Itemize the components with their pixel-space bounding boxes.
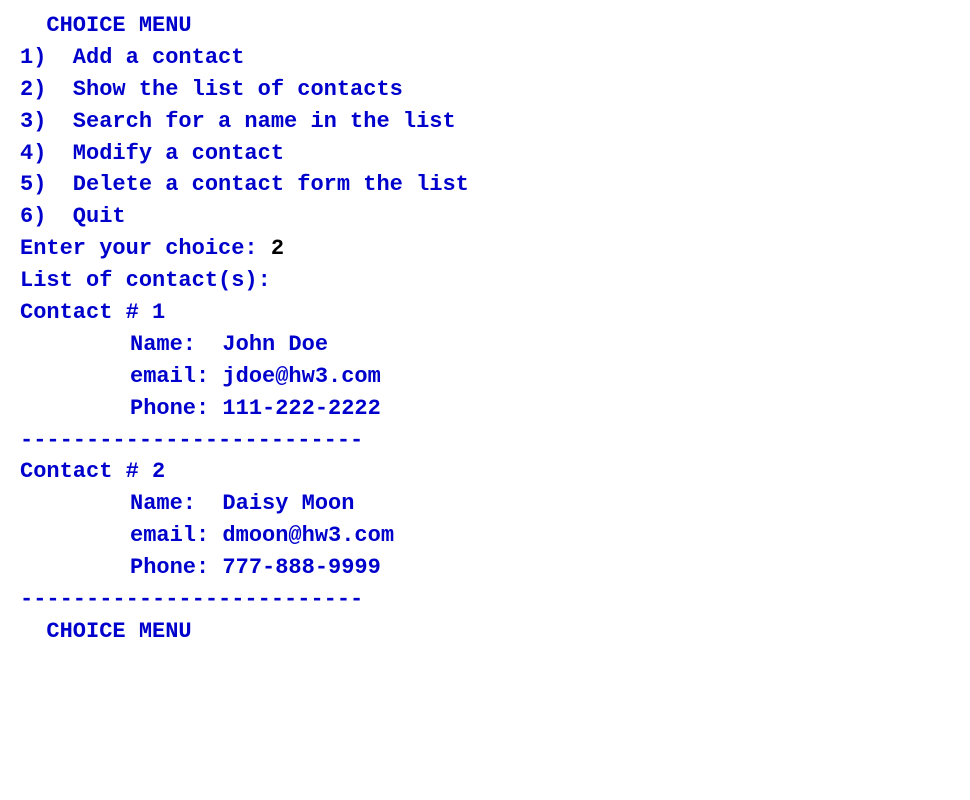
separator-1: -------------------------- bbox=[20, 425, 950, 457]
terminal-output: CHOICE MENU 1) Add a contact 2) Show the… bbox=[20, 10, 950, 648]
menu-item-1: 1) Add a contact bbox=[20, 42, 950, 74]
contact-1-name: Name: John Doe bbox=[20, 329, 950, 361]
choice-prompt: Enter your choice: bbox=[20, 233, 271, 265]
contact-2-email: email: dmoon@hw3.com bbox=[20, 520, 950, 552]
contact-2-phone: Phone: 777-888-9999 bbox=[20, 552, 950, 584]
footer-title: CHOICE MENU bbox=[20, 616, 950, 648]
list-header: List of contact(s): bbox=[20, 265, 950, 297]
choice-input-line: Enter your choice: 2 bbox=[20, 233, 950, 265]
separator-2: -------------------------- bbox=[20, 584, 950, 616]
menu-item-3: 3) Search for a name in the list bbox=[20, 106, 950, 138]
contact-1-email: email: jdoe@hw3.com bbox=[20, 361, 950, 393]
contact-2-name: Name: Daisy Moon bbox=[20, 488, 950, 520]
menu-item-2: 2) Show the list of contacts bbox=[20, 74, 950, 106]
contact-1-phone: Phone: 111-222-2222 bbox=[20, 393, 950, 425]
menu-item-5: 5) Delete a contact form the list bbox=[20, 169, 950, 201]
menu-title: CHOICE MENU bbox=[20, 10, 950, 42]
contact-1-header: Contact # 1 bbox=[20, 297, 950, 329]
menu-item-4: 4) Modify a contact bbox=[20, 138, 950, 170]
menu-item-6: 6) Quit bbox=[20, 201, 950, 233]
choice-value: 2 bbox=[271, 233, 284, 265]
contact-2-header: Contact # 2 bbox=[20, 456, 950, 488]
